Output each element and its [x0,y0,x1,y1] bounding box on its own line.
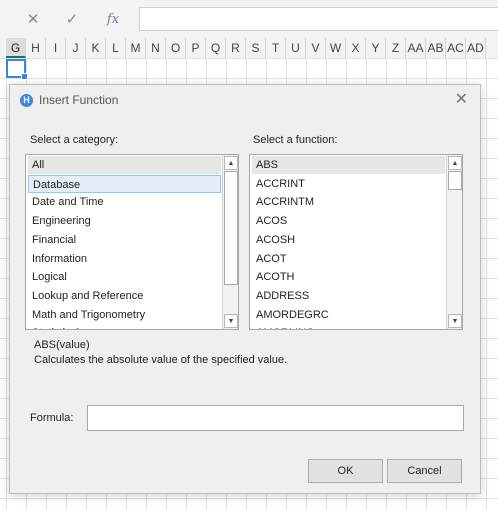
column-header-y[interactable]: Y [366,38,386,58]
category-item[interactable]: Statistical [28,324,221,329]
insert-function-dialog: H Insert Function ✕ Select a category: S… [9,84,481,494]
column-header-ab[interactable]: AB [426,38,446,58]
active-cell[interactable] [6,59,28,80]
function-item[interactable]: ACOS [252,212,445,230]
category-item[interactable]: Math and Trigonometry [28,306,221,324]
scroll-down-icon[interactable]: ▼ [448,314,462,328]
column-header-s[interactable]: S [246,38,266,58]
column-header-l[interactable]: L [106,38,126,58]
function-item[interactable]: ACCRINTM [252,193,445,211]
column-header-u[interactable]: U [286,38,306,58]
column-header-z[interactable]: Z [386,38,406,58]
category-item[interactable]: Financial [28,231,221,249]
column-header-x[interactable]: X [346,38,366,58]
category-label: Select a category: [30,134,119,146]
scroll-thumb[interactable] [448,171,462,190]
category-item[interactable]: Information [28,250,221,268]
column-header-q[interactable]: Q [206,38,226,58]
category-item[interactable]: Engineering [28,212,221,230]
function-icon: fx [106,11,120,27]
function-item[interactable]: AMORLINC [252,324,445,329]
column-header-ad[interactable]: AD [466,38,486,58]
column-header-o[interactable]: O [166,38,186,58]
category-list[interactable]: StatisticalMath and TrigonometryLookup a… [25,154,239,330]
function-item[interactable]: ABS [252,156,445,174]
column-header-g[interactable]: G [6,38,26,58]
function-item[interactable]: ACOSH [252,231,445,249]
column-header-v[interactable]: V [306,38,326,58]
confirm-entry-button[interactable]: ✓ [57,8,87,30]
scroll-up-icon[interactable]: ▲ [448,156,462,170]
category-item[interactable]: Date and Time [28,193,221,211]
formula-field[interactable] [87,405,464,431]
scroll-thumb[interactable] [224,171,238,285]
cancel-button[interactable]: Cancel [387,459,462,483]
function-item[interactable]: ADDRESS [252,287,445,305]
category-scrollbar[interactable]: ▲ ▼ [222,155,238,329]
function-label: Select a function: [253,134,338,146]
category-item[interactable]: Lookup and Reference [28,287,221,305]
column-header-ac[interactable]: AC [446,38,466,58]
function-item[interactable]: ACOTH [252,268,445,286]
function-description: Calculates the absolute value of the spe… [34,354,288,366]
close-icon: ✕ [26,11,40,28]
column-header-n[interactable]: N [146,38,166,58]
insert-function-button[interactable]: fx [98,8,128,30]
column-header-h[interactable]: H [26,38,46,58]
category-item[interactable]: Logical [28,268,221,286]
formula-label: Formula: [30,412,74,424]
scroll-up-icon[interactable]: ▲ [224,156,238,170]
ok-button[interactable]: OK [308,459,383,483]
column-header-p[interactable]: P [186,38,206,58]
function-item[interactable]: ACOT [252,250,445,268]
column-header-k[interactable]: K [86,38,106,58]
column-header: G H I J K L M N O P Q R S T U V W X Y Z AA AB AC AD [0,38,498,59]
formula-input[interactable] [139,7,498,31]
function-item[interactable]: ACCRINT [252,175,445,193]
column-header-w[interactable]: W [326,38,346,58]
formula-bar: ✕ ✓ fx [0,0,498,39]
column-header-t[interactable]: T [266,38,286,58]
category-item[interactable]: All [28,156,221,174]
column-header-i[interactable]: I [46,38,66,58]
column-header-aa[interactable]: AA [406,38,426,58]
app-logo-icon: H [20,94,33,107]
function-scrollbar[interactable]: ▲ ▼ [446,155,462,329]
dialog-titlebar: H Insert Function ✕ [10,85,480,115]
close-button[interactable]: ✕ [455,90,468,110]
category-item[interactable]: Database [28,174,221,193]
scroll-down-icon[interactable]: ▼ [224,314,238,328]
check-icon: ✓ [65,11,79,28]
column-header-j[interactable]: J [66,38,86,58]
function-item[interactable]: AMORDEGRC [252,306,445,324]
column-header-r[interactable]: R [226,38,246,58]
cancel-entry-button[interactable]: ✕ [18,8,48,30]
function-syntax: ABS(value) [34,339,90,351]
function-list[interactable]: AMORLINCAMORDEGRCADDRESSACOTHACOTACOSHAC… [249,154,463,330]
column-header-m[interactable]: M [126,38,146,58]
dialog-title: Insert Function [39,93,119,107]
close-icon: ✕ [454,91,468,108]
